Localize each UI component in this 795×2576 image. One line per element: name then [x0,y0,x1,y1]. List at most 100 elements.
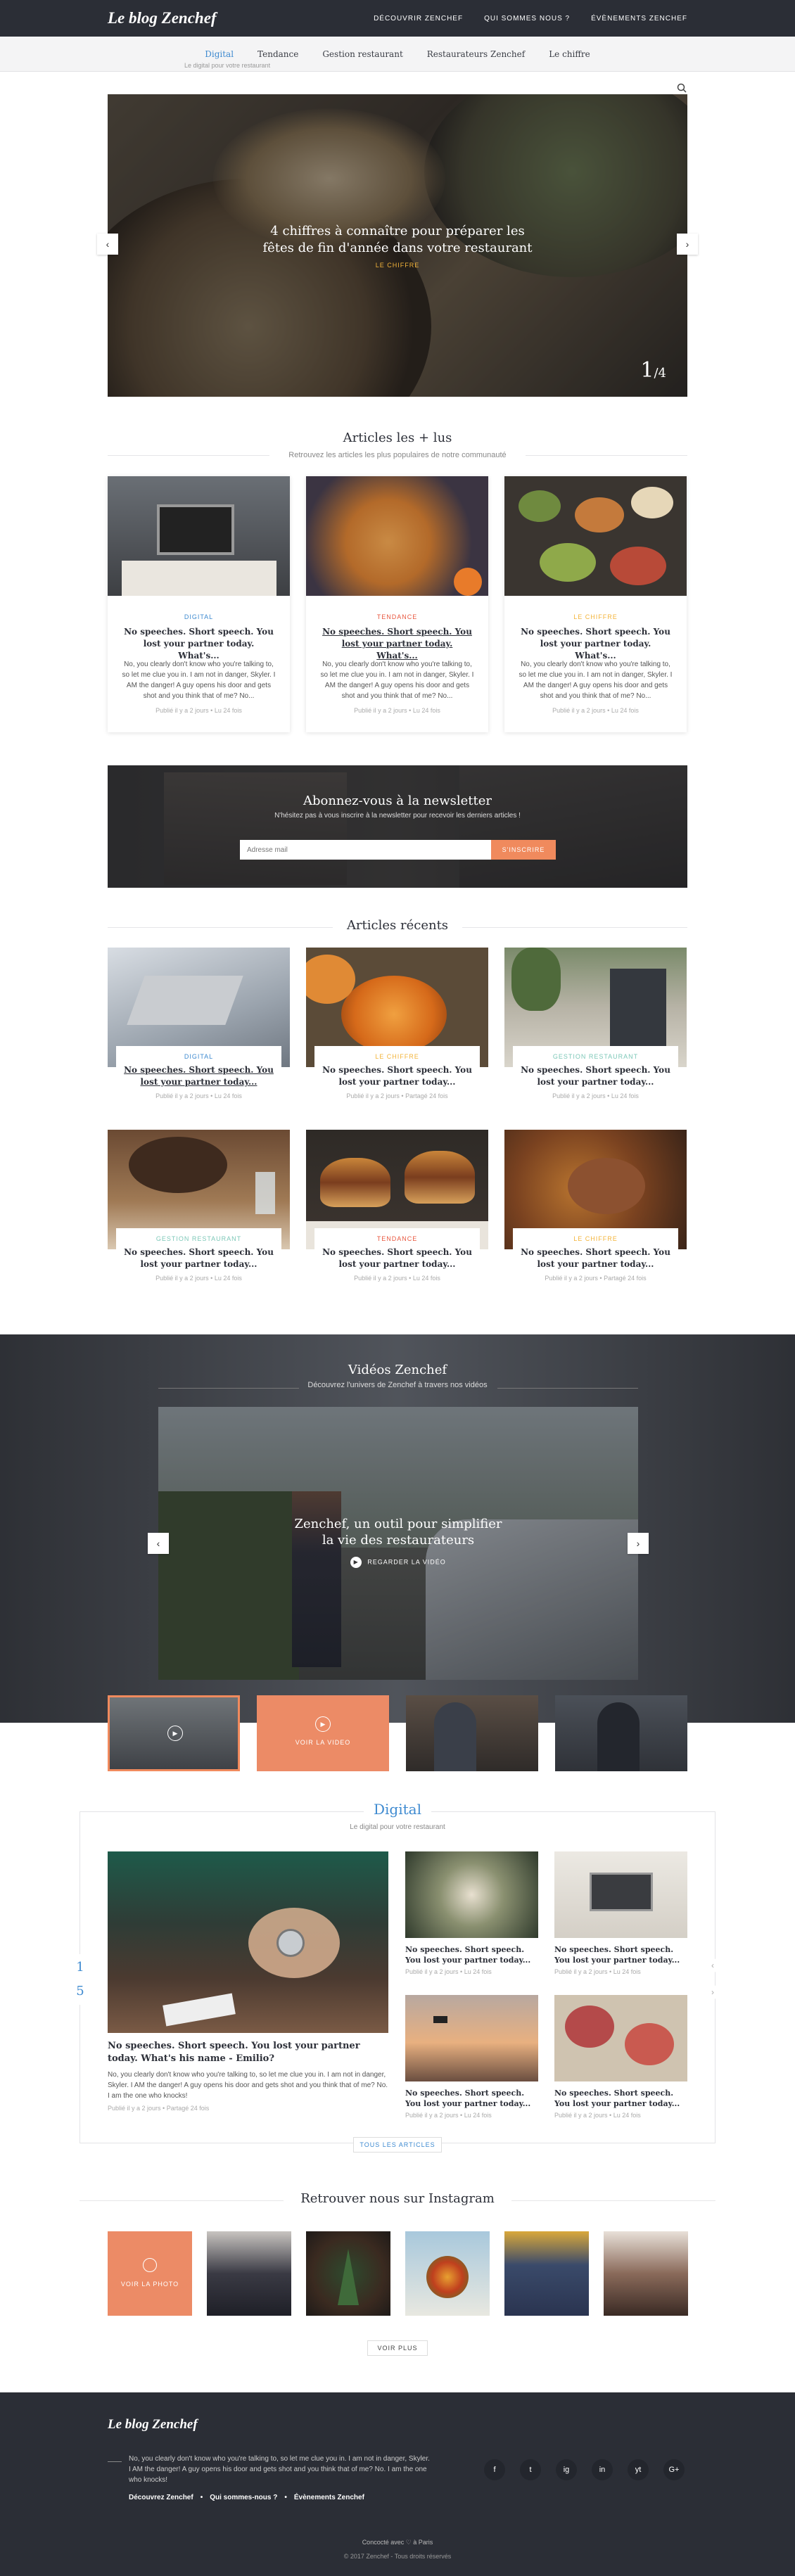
play-icon: ▶ [350,1557,362,1568]
digital-item-4-image [554,1995,687,2081]
recent-card-2[interactable]: LE CHIFFRE No speeches. Short speech. Yo… [306,948,488,1118]
digital-item-1-title[interactable]: No speeches. Short speech. You lost your… [405,1944,538,1965]
footer-link-qui-sommes-nous[interactable]: Qui sommes-nous ? [210,2494,277,2501]
digital-title[interactable]: Digital [0,1801,795,1818]
instagram-photo-3[interactable] [306,2231,390,2316]
recent-card-5-category[interactable]: TENDANCE [314,1235,480,1242]
digital-item-2-title[interactable]: No speeches. Short speech. You lost your… [554,1944,687,1965]
digital-main-title[interactable]: No speeches. Short speech. You lost your… [108,2040,388,2065]
instagram-more-button[interactable]: VOIR PLUS [367,2340,428,2356]
popular-card-1-title[interactable]: No speeches. Short speech. You lost your… [122,626,276,662]
popular-card-2[interactable]: TENDANCE No speeches. Short speech. You … [306,476,488,732]
newsletter-subscribe-button[interactable]: S'INSCRIRE [491,840,556,860]
recent-card-4[interactable]: GESTION RESTAURANT No speeches. Short sp… [108,1130,290,1300]
recent-card-5[interactable]: TENDANCE No speeches. Short speech. You … [306,1130,488,1300]
site-logo[interactable]: Le blog Zenchef [108,9,217,27]
footer-link-separator-2: • [284,2494,287,2501]
recent-card-2-category[interactable]: LE CHIFFRE [314,1053,480,1060]
digital-prev-arrow[interactable]: ‹ [706,1958,720,1972]
digital-item-4-meta: Publié il y a 2 jours • Lu 24 fois [554,2112,641,2119]
recent-card-3[interactable]: GESTION RESTAURANT No speeches. Short sp… [504,948,687,1118]
video-thumb-3[interactable] [406,1695,538,1771]
instagram-photo-5[interactable] [504,2231,589,2316]
recent-divider-left [108,927,333,928]
popular-card-3-category[interactable]: LE CHIFFRE [504,613,687,620]
instagram-photo-2[interactable] [207,2231,291,2316]
digital-item-4-title[interactable]: No speeches. Short speech. You lost your… [554,2088,687,2109]
recent-title: Articles récents [346,918,449,933]
recent-card-6-meta: Publié il y a 2 jours • Partagé 24 fois [545,1275,647,1282]
linkedin-icon[interactable]: in [592,2459,613,2480]
recent-card-3-category[interactable]: GESTION RESTAURANT [513,1053,678,1060]
hero-prev-arrow[interactable]: ‹ [97,234,118,255]
video-watch-link[interactable]: ▶ REGARDER LA VIDÉO [158,1557,638,1568]
recent-card-1-category[interactable]: DIGITAL [116,1053,281,1060]
newsletter-email-input[interactable] [240,840,491,860]
hero-slider[interactable]: 4 chiffres à connaître pour préparer les… [108,94,687,397]
instagram-photo-1[interactable]: VOIR LA PHOTO [108,2231,192,2316]
video-main-player[interactable]: Zenchef, un outil pour simplifier la vie… [158,1407,638,1680]
popular-card-1[interactable]: DIGITAL No speeches. Short speech. You l… [108,476,290,732]
nav-evenements[interactable]: ÉVÈNEMENTS ZENCHEF [591,15,687,23]
category-tendance[interactable]: Tendance [257,49,298,59]
nav-qui-sommes-nous[interactable]: QUI SOMMES NOUS ? [484,15,570,23]
digital-main-article[interactable]: No speeches. Short speech. You lost your… [108,1851,388,2112]
digital-main-text: No, you clearly don't know who you're ta… [108,2071,388,2100]
instagram-photo-6[interactable] [604,2231,688,2316]
hero-title[interactable]: 4 chiffres à connaître pour préparer les… [108,223,687,257]
category-digital[interactable]: Digital [205,49,234,59]
popular-card-2-title[interactable]: No speeches. Short speech. You lost your… [320,626,474,662]
recent-card-4-category[interactable]: GESTION RESTAURANT [116,1235,281,1242]
popular-card-3-title[interactable]: No speeches. Short speech. You lost your… [519,626,673,662]
twitter-icon[interactable]: t [520,2459,541,2480]
search-icon[interactable] [677,83,687,93]
digital-item-1[interactable]: No speeches. Short speech. You lost your… [405,1851,538,1975]
digital-subtitle: Le digital pour votre restaurant [350,1823,445,1831]
popular-card-2-category[interactable]: TENDANCE [306,613,488,620]
recent-card-3-meta: Publié il y a 2 jours • Lu 24 fois [552,1092,639,1099]
hero-counter: 1/4 [640,358,666,383]
recent-card-2-title[interactable]: No speeches. Short speech. You lost your… [319,1064,476,1088]
chevron-left-icon: ‹ [106,238,110,250]
video-main-title[interactable]: Zenchef, un outil pour simplifier la vie… [158,1516,638,1548]
digital-item-3[interactable]: No speeches. Short speech. You lost your… [405,1995,538,2119]
recent-card-5-title[interactable]: No speeches. Short speech. You lost your… [319,1246,476,1270]
nav-decouvrir[interactable]: DÉCOUVRIR ZENCHEF [374,15,463,23]
video-thumb-1[interactable]: ▶ [108,1695,240,1771]
hero-next-arrow[interactable]: › [677,234,698,255]
instagram-icon[interactable]: ig [556,2459,577,2480]
recent-card-4-title[interactable]: No speeches. Short speech. You lost your… [120,1246,277,1270]
recent-card-3-title[interactable]: No speeches. Short speech. You lost your… [517,1064,674,1088]
popular-card-1-category[interactable]: DIGITAL [108,613,290,620]
recent-card-6-category[interactable]: LE CHIFFRE [513,1235,678,1242]
instagram-photo-4[interactable] [405,2231,490,2316]
digital-item-2[interactable]: No speeches. Short speech. You lost your… [554,1851,687,1975]
footer-link-decouvrez[interactable]: Découvrez Zenchef [129,2494,193,2501]
recent-card-1-title[interactable]: No speeches. Short speech. You lost your… [120,1064,277,1088]
category-restaurateurs[interactable]: Restaurateurs Zenchef [427,49,525,59]
video-thumb-4[interactable] [555,1695,687,1771]
facebook-icon[interactable]: f [484,2459,505,2480]
popular-card-3[interactable]: LE CHIFFRE No speeches. Short speech. Yo… [504,476,687,732]
all-articles-button[interactable]: TOUS LES ARTICLES [353,2137,442,2153]
category-chiffre[interactable]: Le chiffre [549,49,590,59]
digital-item-4[interactable]: No speeches. Short speech. You lost your… [554,1995,687,2119]
recent-card-6[interactable]: LE CHIFFRE No speeches. Short speech. Yo… [504,1130,687,1300]
video-watch-label: REGARDER LA VIDÉO [367,1558,446,1566]
recent-card-1[interactable]: DIGITAL No speeches. Short speech. You l… [108,948,290,1118]
footer-logo[interactable]: Le blog Zenchef [108,2417,198,2432]
category-gestion[interactable]: Gestion restaurant [322,49,402,59]
video-next-arrow[interactable]: › [628,1533,649,1554]
hero-category[interactable]: LE CHIFFRE [108,262,687,269]
videos-subtitle: Découvrez l'univers de Zenchef à travers… [307,1381,488,1389]
video-prev-arrow[interactable]: ‹ [148,1533,169,1554]
footer-link-evenements[interactable]: Évènements Zenchef [294,2494,364,2501]
digital-main-meta: Publié il y a 2 jours • Partagé 24 fois [108,2105,210,2112]
digital-item-3-title[interactable]: No speeches. Short speech. You lost your… [405,2088,538,2109]
video-thumb-2[interactable]: ▶ VOIR LA VIDEO [257,1695,389,1771]
youtube-icon[interactable]: yt [628,2459,649,2480]
google-plus-icon[interactable]: G+ [663,2459,685,2480]
recent-card-6-title[interactable]: No speeches. Short speech. You lost your… [517,1246,674,1270]
digital-title-text: Digital [364,1801,431,1818]
digital-next-arrow[interactable]: › [706,1985,720,1999]
